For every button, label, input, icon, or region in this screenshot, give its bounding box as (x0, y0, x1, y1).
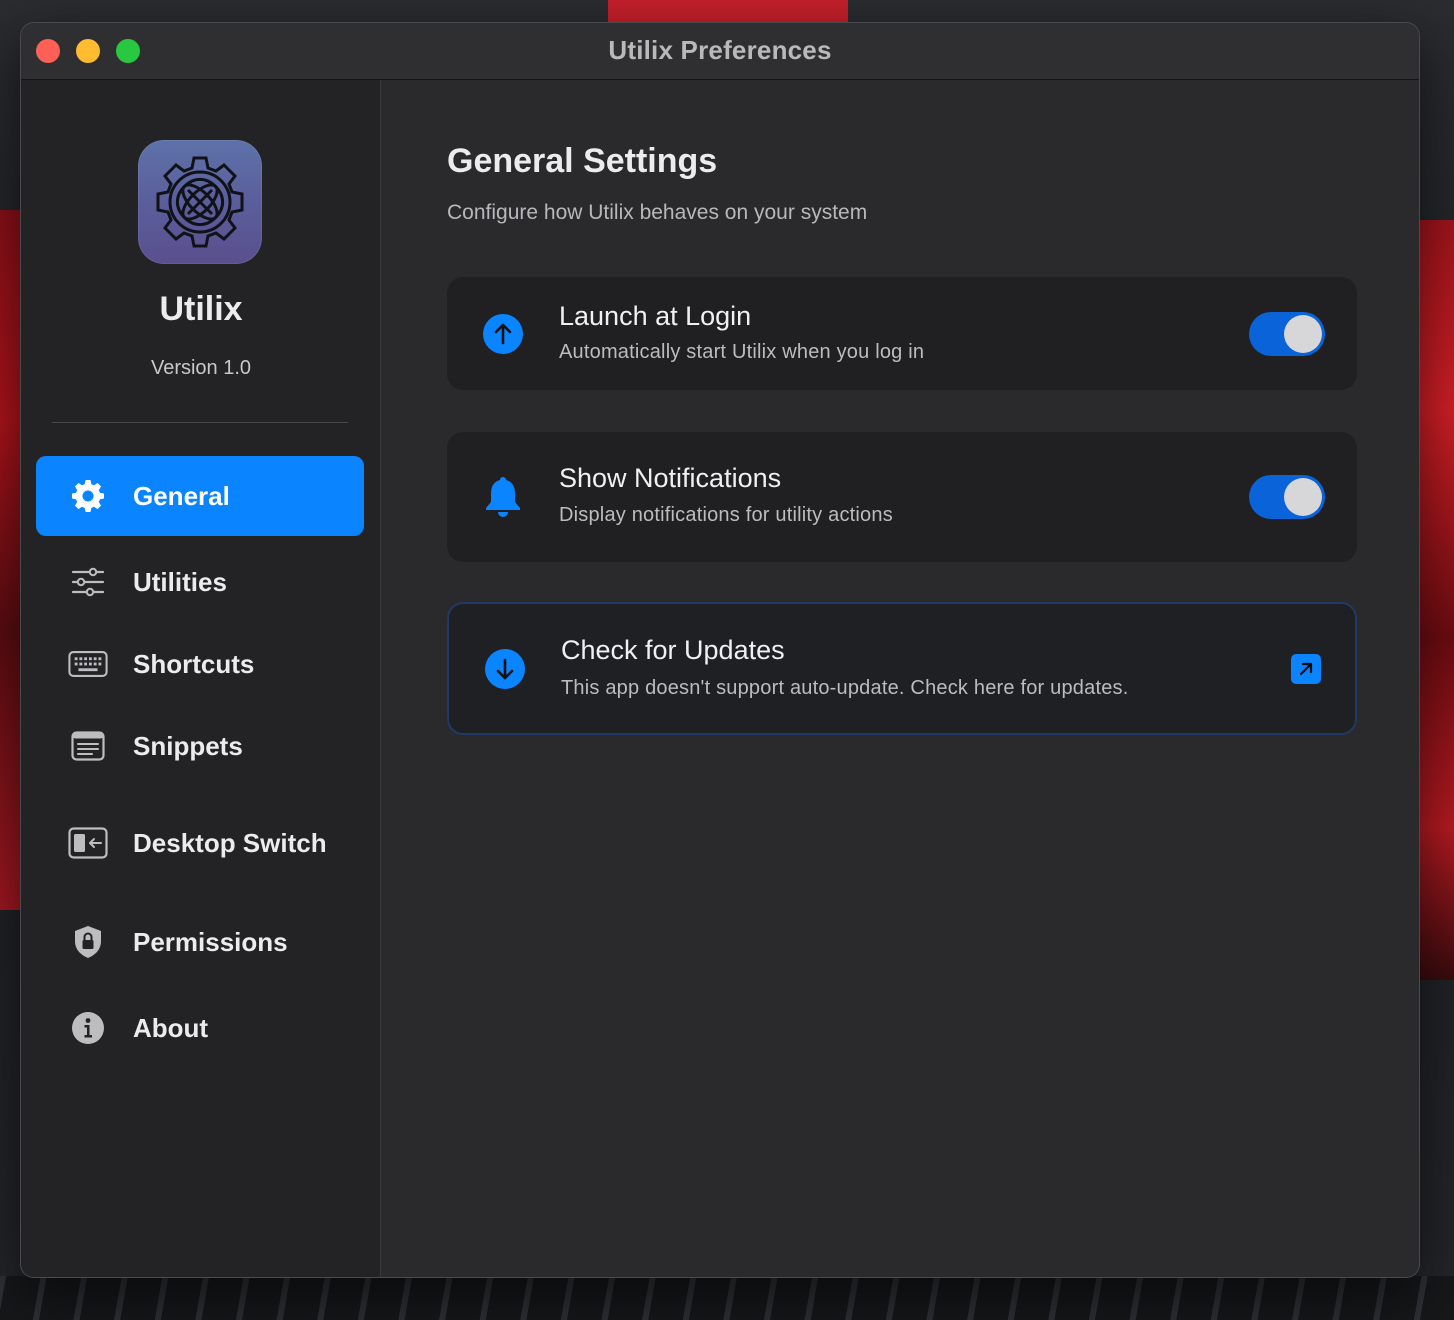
launch-at-login-toggle[interactable] (1249, 311, 1325, 356)
page-title: General Settings (447, 142, 718, 180)
setting-description: This app doesn't support auto-update. Ch… (561, 677, 1129, 699)
setting-card-check-for-updates[interactable]: Check for Updates This app doesn't suppo… (447, 602, 1357, 735)
wallpaper-accent-top (608, 0, 848, 22)
setting-title: Launch at Login (559, 301, 752, 331)
sidebar-item-label: About (133, 1013, 209, 1043)
main-content: General Settings Configure how Utilix be… (382, 80, 1419, 1277)
sidebar-item-label: Permissions (133, 927, 288, 957)
keyboard-icon (68, 644, 108, 684)
gear-icon (68, 476, 108, 516)
sidebar-divider (52, 422, 348, 423)
setting-title: Show Notifications (559, 463, 782, 493)
setting-description: Automatically start Utilix when you log … (559, 341, 925, 363)
sidebar-item-desktop-switch[interactable]: Desktop Switch (36, 802, 364, 884)
wallpaper-bottom (0, 1276, 1454, 1320)
show-notifications-toggle[interactable] (1249, 475, 1325, 519)
sliders-icon (68, 562, 108, 602)
sidebar: Utilix Version 1.0 General Utilities Sho… (21, 80, 381, 1277)
wallpaper-accent-right (1414, 220, 1454, 980)
setting-description: Display notifications for utility action… (559, 504, 893, 526)
sidebar-item-label: Snippets (133, 731, 243, 761)
shield-lock-icon (68, 922, 108, 962)
preferences-window: Utilix Preferences Utilix Version 1.0 Ge… (20, 22, 1420, 1278)
page-subtitle: Configure how Utilix behaves on your sys… (447, 201, 868, 224)
arrow-up-circle-icon (481, 312, 525, 356)
setting-card-show-notifications: Show Notifications Display notifications… (447, 432, 1357, 562)
app-logo-icon (138, 140, 262, 264)
toggle-knob (1284, 314, 1322, 353)
app-name: Utilix (159, 290, 243, 328)
setting-card-launch-at-login: Launch at Login Automatically start Util… (447, 277, 1357, 390)
arrow-down-circle-icon (483, 647, 527, 691)
toggle-knob (1284, 478, 1322, 516)
sidebar-item-permissions[interactable]: Permissions (36, 902, 364, 982)
document-lines-icon (68, 726, 108, 766)
external-link-icon[interactable] (1291, 653, 1321, 684)
sidebar-item-label: General (133, 481, 230, 511)
sidebar-item-about[interactable]: About (36, 988, 364, 1068)
sidebar-item-label: Desktop Switch (133, 828, 327, 858)
sidebar-item-utilities[interactable]: Utilities (36, 542, 364, 622)
sidebar-item-label: Shortcuts (133, 649, 255, 679)
sidebar-item-general[interactable]: General (36, 456, 364, 536)
desktop-switch-icon (68, 823, 108, 863)
sidebar-item-label: Utilities (133, 567, 227, 597)
bell-icon (481, 475, 525, 519)
sidebar-item-shortcuts[interactable]: Shortcuts (36, 624, 364, 704)
info-icon (68, 1008, 108, 1048)
window-title: Utilix Preferences (608, 35, 832, 65)
sidebar-item-snippets[interactable]: Snippets (36, 706, 364, 786)
title-bar[interactable]: Utilix Preferences (21, 23, 1419, 80)
setting-title: Check for Updates (561, 635, 785, 665)
app-version: Version 1.0 (150, 357, 252, 379)
